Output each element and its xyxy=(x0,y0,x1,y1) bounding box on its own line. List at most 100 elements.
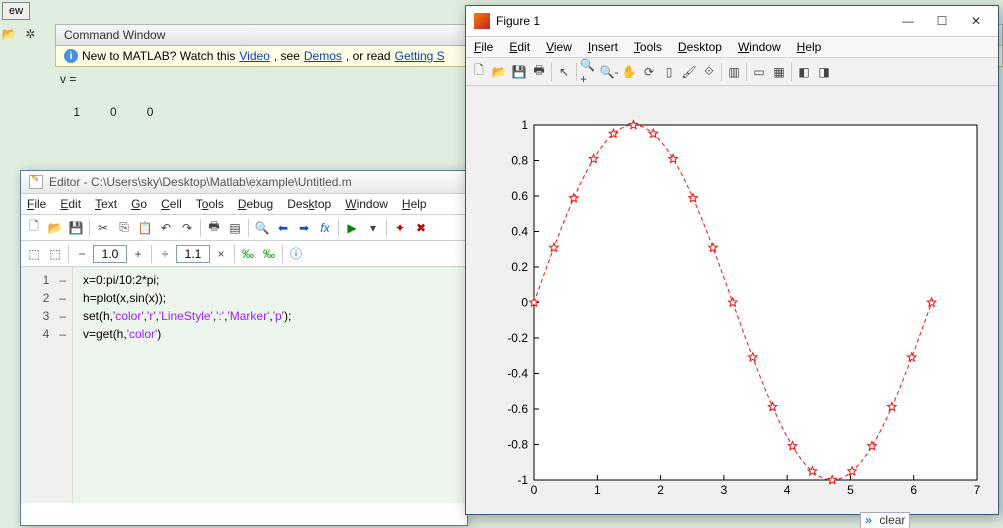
output-varname: v = xyxy=(60,70,153,89)
fig-menu-view[interactable]: View xyxy=(546,40,572,54)
svg-text:7: 7 xyxy=(974,483,981,497)
fig-open-icon[interactable]: 📂 xyxy=(489,62,509,82)
small-toolbar: 📂 ✲ xyxy=(0,24,52,46)
svg-text:0.4: 0.4 xyxy=(511,225,528,239)
fig-menu-insert[interactable]: Insert xyxy=(588,40,618,54)
link-getting-started[interactable]: Getting S xyxy=(395,49,445,63)
svg-text:-1: -1 xyxy=(517,473,528,487)
cut-icon[interactable]: ✂ xyxy=(93,218,113,238)
menu-edit[interactable]: Edit xyxy=(60,197,81,211)
svg-text:0.8: 0.8 xyxy=(511,154,528,168)
matlab-figure-icon xyxy=(474,13,490,29)
fig-new-icon[interactable]: 🗋 xyxy=(469,62,489,82)
maximize-button[interactable]: ☐ xyxy=(928,11,956,31)
link-video[interactable]: Video xyxy=(239,49,269,63)
info2-icon[interactable]: ⓘ xyxy=(286,244,306,264)
svg-text:1: 1 xyxy=(594,483,601,497)
minus-button[interactable]: − xyxy=(72,244,92,264)
output-values: 1 0 0 xyxy=(60,103,153,122)
editor-menubar: File Edit Text Go Cell Tools Debug Deskt… xyxy=(21,194,467,215)
zoom-factor-1[interactable]: 1.0 xyxy=(93,245,127,263)
fig-menu-edit[interactable]: Edit xyxy=(509,40,530,54)
menu-cell[interactable]: Cell xyxy=(161,197,182,211)
print-icon[interactable]: 🖶 xyxy=(204,218,224,238)
command-output: v = 1 0 0 xyxy=(60,70,153,122)
new-file-icon[interactable]: 🗋 xyxy=(24,218,44,238)
minimize-button[interactable]: — xyxy=(894,11,922,31)
editor-toolbar-2: ⬚ ⬚ − 1.0 + ÷ 1.1 × ‰ ‰ ⓘ xyxy=(21,241,467,267)
brush-icon[interactable]: 🖌 xyxy=(679,62,699,82)
gear-icon[interactable]: ✲ xyxy=(21,24,39,42)
save-icon[interactable]: 💾 xyxy=(66,218,86,238)
menu-text[interactable]: Text xyxy=(95,197,117,211)
undo-icon[interactable]: ↶ xyxy=(156,218,176,238)
divide-button[interactable]: ÷ xyxy=(155,244,175,264)
colorbar-icon[interactable]: ▥ xyxy=(724,62,744,82)
link-demos[interactable]: Demos xyxy=(304,49,342,63)
code-area[interactable]: 1 –2 –3 –4 – x=0:pi/10:2*pi;h=plot(x,sin… xyxy=(21,267,467,503)
fig-print-icon[interactable]: 🖶 xyxy=(529,62,549,82)
run-dropdown-icon[interactable]: ▾ xyxy=(363,218,383,238)
zoom-in-icon[interactable]: 🔍+ xyxy=(579,62,599,82)
paste-icon[interactable]: 📋 xyxy=(135,218,155,238)
menu-window[interactable]: Window xyxy=(345,197,388,211)
zoom-factor-2[interactable]: 1.1 xyxy=(176,245,210,263)
times-button[interactable]: × xyxy=(211,244,231,264)
fig-menu-file[interactable]: File xyxy=(474,40,493,54)
back-icon[interactable]: ⬅ xyxy=(273,218,293,238)
svg-text:-0.6: -0.6 xyxy=(507,402,528,416)
welcome-text-2: , see xyxy=(274,49,300,63)
axes[interactable]: 01234567-1-0.8-0.6-0.4-0.200.20.40.60.81 xyxy=(472,100,992,510)
pan-icon[interactable]: ✋ xyxy=(619,62,639,82)
fig-menu-desktop[interactable]: Desktop xyxy=(678,40,722,54)
editor-titlebar[interactable]: Editor - C:\Users\sky\Desktop\Matlab\exa… xyxy=(21,171,467,194)
close-button[interactable]: ✕ xyxy=(962,11,990,31)
svg-text:-0.8: -0.8 xyxy=(507,438,528,452)
pct2-icon[interactable]: ‰ xyxy=(259,244,279,264)
fig-save-icon[interactable]: 💾 xyxy=(509,62,529,82)
run-icon[interactable]: ▶ xyxy=(342,218,362,238)
menu-tools[interactable]: Tools xyxy=(196,197,224,211)
welcome-text-1: New to MATLAB? Watch this xyxy=(82,49,235,63)
figure-title-text: Figure 1 xyxy=(496,14,540,28)
svg-text:-0.4: -0.4 xyxy=(507,367,528,381)
menu-desktop[interactable]: Desktop xyxy=(287,197,331,211)
find-icon[interactable]: 🔍 xyxy=(252,218,272,238)
axesprops-icon[interactable]: ▦ xyxy=(769,62,789,82)
figure-titlebar[interactable]: Figure 1 — ☐ ✕ xyxy=(466,6,998,37)
redo-icon[interactable]: ↷ xyxy=(177,218,197,238)
stop-icon[interactable]: ✖ xyxy=(411,218,431,238)
menu-file[interactable]: File xyxy=(27,197,46,211)
legend-icon[interactable]: ▭ xyxy=(749,62,769,82)
rotate3d-icon[interactable]: ⟳ xyxy=(639,62,659,82)
svg-text:5: 5 xyxy=(847,483,854,497)
code-body[interactable]: x=0:pi/10:2*pi;h=plot(x,sin(x));set(h,'c… xyxy=(73,267,467,503)
editor-app-icon xyxy=(29,175,43,189)
datacursor-icon[interactable]: ▯ xyxy=(659,62,679,82)
fig-menu-window[interactable]: Window xyxy=(738,40,781,54)
figure-menubar: File Edit View Insert Tools Desktop Wind… xyxy=(466,37,998,58)
open-icon[interactable]: 📂 xyxy=(45,218,65,238)
svg-text:4: 4 xyxy=(784,483,791,497)
zoom-out-icon[interactable]: 🔍- xyxy=(599,62,619,82)
publish-icon[interactable]: ▤ xyxy=(225,218,245,238)
menu-help[interactable]: Help xyxy=(402,197,427,211)
pct1-icon[interactable]: ‰ xyxy=(238,244,258,264)
fx-icon[interactable]: fx xyxy=(315,218,335,238)
pointer-icon[interactable]: ↖ xyxy=(554,62,574,82)
open-folder-icon[interactable]: 📂 xyxy=(0,24,18,42)
forward-icon[interactable]: ➡ xyxy=(294,218,314,238)
menu-go[interactable]: Go xyxy=(131,197,147,211)
plus-button[interactable]: + xyxy=(128,244,148,264)
copy-icon[interactable]: ⎘ xyxy=(114,218,134,238)
fig-menu-tools[interactable]: Tools xyxy=(634,40,662,54)
link-plot-icon[interactable]: ⟐ xyxy=(699,62,719,82)
breakpoint-icon[interactable]: ✦ xyxy=(390,218,410,238)
undock-icon[interactable]: ◨ xyxy=(814,62,834,82)
dock-icon[interactable]: ◧ xyxy=(794,62,814,82)
cell-down-icon[interactable]: ⬚ xyxy=(45,244,65,264)
tab-label[interactable]: ew xyxy=(2,2,30,20)
fig-menu-help[interactable]: Help xyxy=(797,40,822,54)
menu-debug[interactable]: Debug xyxy=(238,197,273,211)
cell-up-icon[interactable]: ⬚ xyxy=(24,244,44,264)
